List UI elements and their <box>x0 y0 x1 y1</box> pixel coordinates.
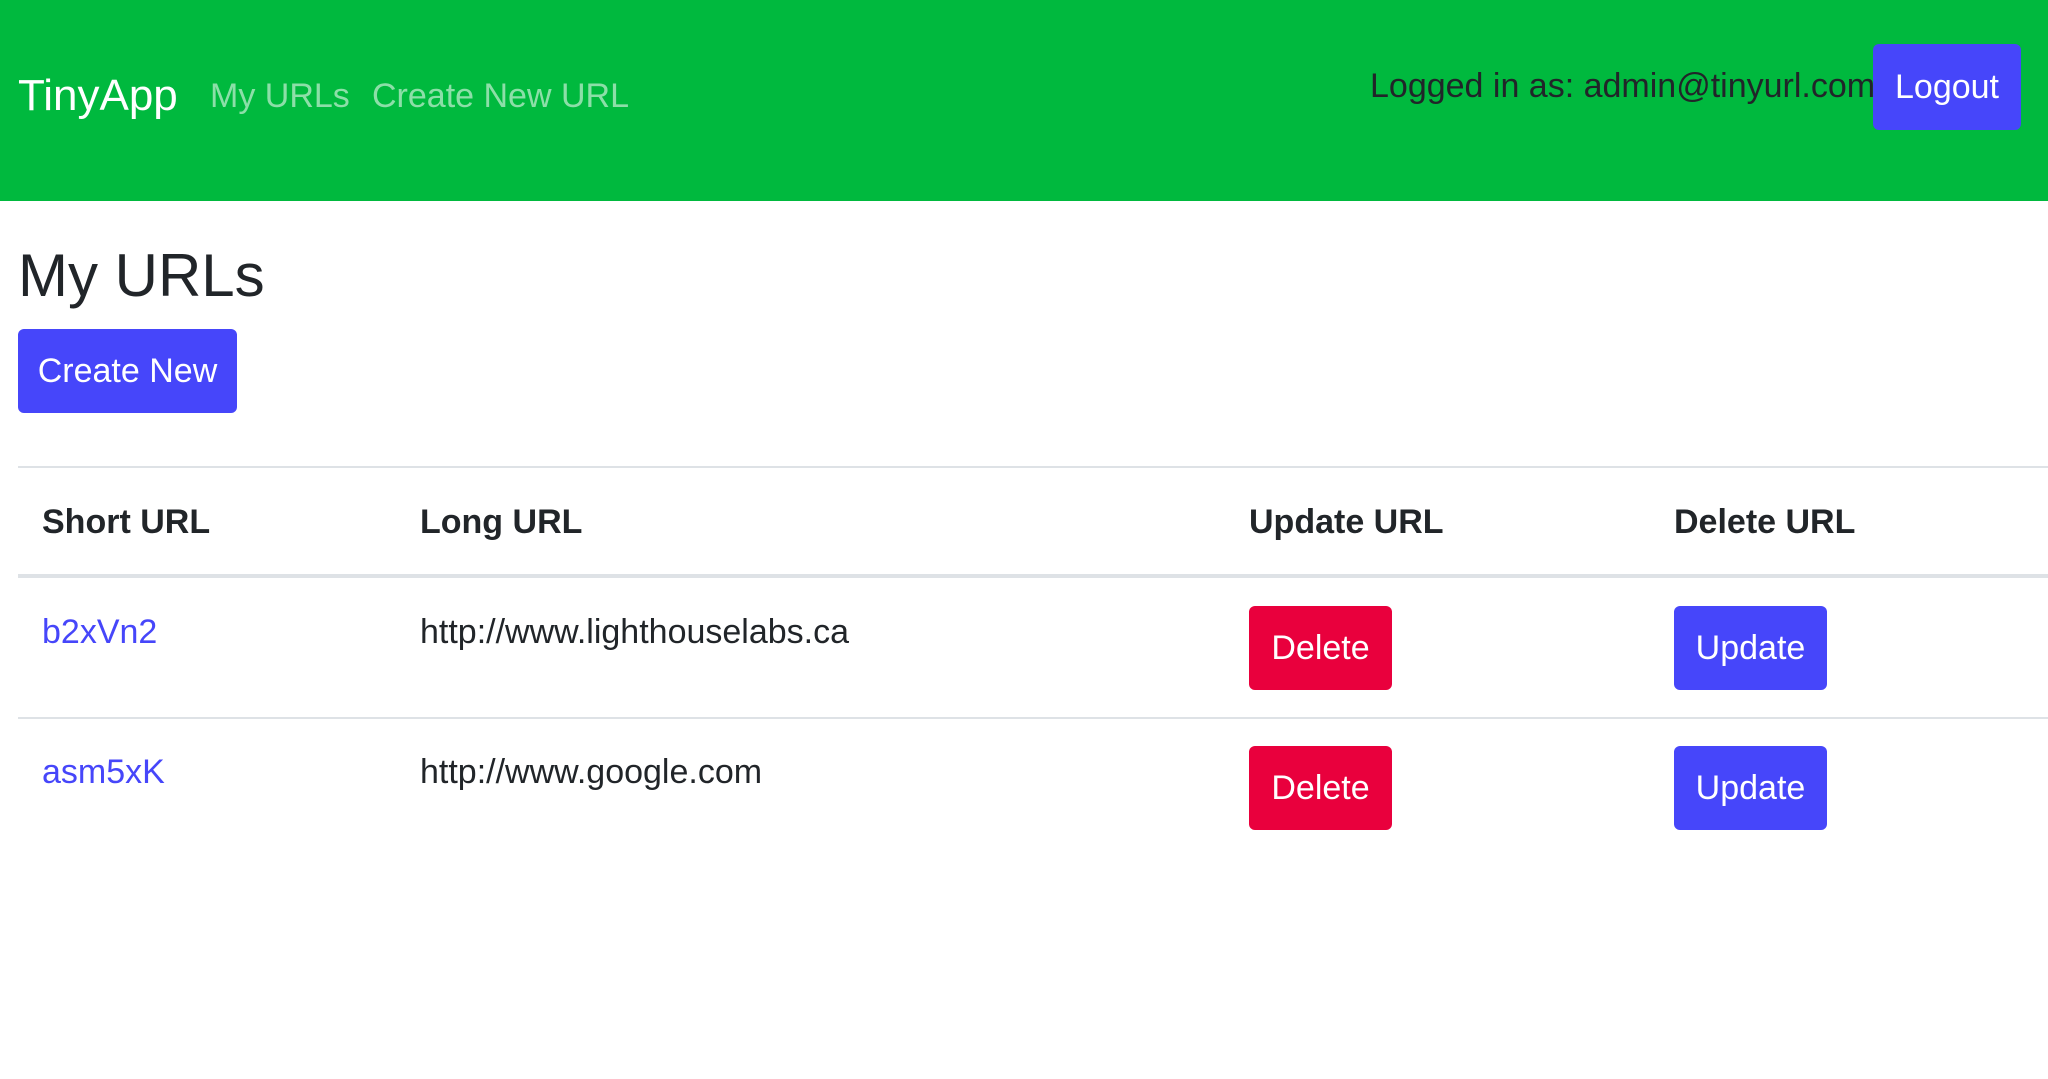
update-button[interactable]: Update <box>1674 606 1827 690</box>
header-long-url: Long URL <box>420 503 583 541</box>
brand-link[interactable]: TinyApp <box>18 68 178 124</box>
delete-button[interactable]: Delete <box>1249 606 1392 690</box>
navbar: TinyApp My URLs Create New URL Logged in… <box>0 0 2048 201</box>
nav-link-create-new-url[interactable]: Create New URL <box>372 74 629 118</box>
short-url-link[interactable]: b2xVn2 <box>42 610 157 654</box>
logged-in-status: Logged in as: admin@tinyurl.com <box>1370 67 1876 105</box>
long-url-text: http://www.google.com <box>420 753 763 791</box>
long-url-text: http://www.lighthouselabs.ca <box>420 613 850 651</box>
logout-button[interactable]: Logout <box>1873 44 2021 130</box>
nav-link-my-urls[interactable]: My URLs <box>210 74 350 118</box>
page-title: My URLs <box>18 242 265 309</box>
header-short-url: Short URL <box>42 503 211 541</box>
update-button[interactable]: Update <box>1674 746 1827 830</box>
short-url-link[interactable]: asm5xK <box>42 750 165 794</box>
delete-button[interactable]: Delete <box>1249 746 1392 830</box>
header-delete-url: Delete URL <box>1674 503 1856 541</box>
create-new-button[interactable]: Create New <box>18 329 237 413</box>
header-update-url: Update URL <box>1249 503 1444 541</box>
table-header-border <box>18 574 2048 578</box>
table-top-border <box>18 466 2048 468</box>
row-divider <box>18 717 2048 719</box>
